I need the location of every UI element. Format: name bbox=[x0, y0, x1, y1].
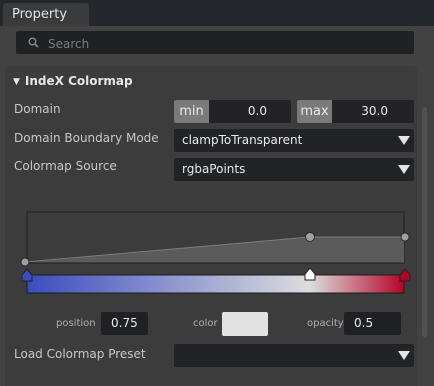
section-header[interactable]: ▼ IndeX Colormap bbox=[13, 73, 133, 89]
colormap-source-select[interactable]: rgbaPoints bbox=[174, 158, 414, 181]
triangle-down-icon[interactable]: ▼ bbox=[13, 74, 20, 90]
color-gradient-bar bbox=[26, 274, 405, 294]
domain-max-value: 30.0 bbox=[361, 104, 388, 118]
colormap-section: ▼ IndeX Colormap Domain min 0.0 max 30.0 … bbox=[5, 66, 417, 386]
opacity-input[interactable]: 0.5 bbox=[344, 312, 401, 335]
property-panel: ▼IndeX Colormap Domain min 0.0 max 30.0 … bbox=[0, 26, 434, 386]
domain-label: Domain bbox=[14, 102, 61, 116]
color-stop-marker[interactable] bbox=[21, 268, 33, 282]
colormap-source-value: rgbaPoints bbox=[182, 162, 246, 176]
opacity-label: opacity bbox=[307, 318, 344, 329]
dropdown-arrow-icon[interactable] bbox=[393, 129, 414, 152]
color-label: color bbox=[193, 318, 218, 329]
min-tag: min bbox=[174, 100, 209, 123]
colormap-source-label: Colormap Source bbox=[14, 159, 117, 173]
color-stop-marker[interactable] bbox=[399, 268, 411, 282]
opacity-point[interactable] bbox=[305, 232, 315, 242]
boundary-mode-value: clampToTransparent bbox=[182, 133, 303, 147]
domain-min-field[interactable]: min 0.0 bbox=[174, 100, 291, 123]
opacity-point[interactable] bbox=[400, 232, 410, 242]
position-label: position bbox=[56, 318, 96, 329]
search-box[interactable] bbox=[16, 31, 414, 56]
color-swatch[interactable] bbox=[222, 312, 268, 336]
tab-property[interactable]: Property bbox=[3, 3, 89, 27]
preset-label: Load Colormap Preset bbox=[14, 347, 146, 361]
domain-max-field[interactable]: max 30.0 bbox=[297, 100, 414, 123]
domain-min-value: 0.0 bbox=[247, 104, 267, 118]
max-tag: max bbox=[297, 100, 332, 123]
boundary-mode-label: Domain Boundary Mode bbox=[14, 131, 159, 145]
scrollbar[interactable] bbox=[422, 107, 427, 337]
dropdown-arrow-icon[interactable] bbox=[393, 158, 414, 181]
opacity-point[interactable] bbox=[20, 257, 30, 267]
boundary-mode-select[interactable]: clampToTransparent bbox=[174, 129, 414, 152]
search-input[interactable] bbox=[46, 31, 410, 56]
dropdown-arrow-icon[interactable] bbox=[393, 344, 414, 367]
search-icon bbox=[28, 37, 39, 48]
colormap-editor[interactable] bbox=[18, 208, 414, 300]
position-input[interactable]: 0.75 bbox=[101, 312, 148, 335]
color-stop-marker[interactable] bbox=[304, 267, 316, 281]
section-title: IndeX Colormap bbox=[24, 74, 133, 88]
tab-bar: Property bbox=[0, 0, 434, 27]
preset-select[interactable] bbox=[174, 344, 414, 367]
